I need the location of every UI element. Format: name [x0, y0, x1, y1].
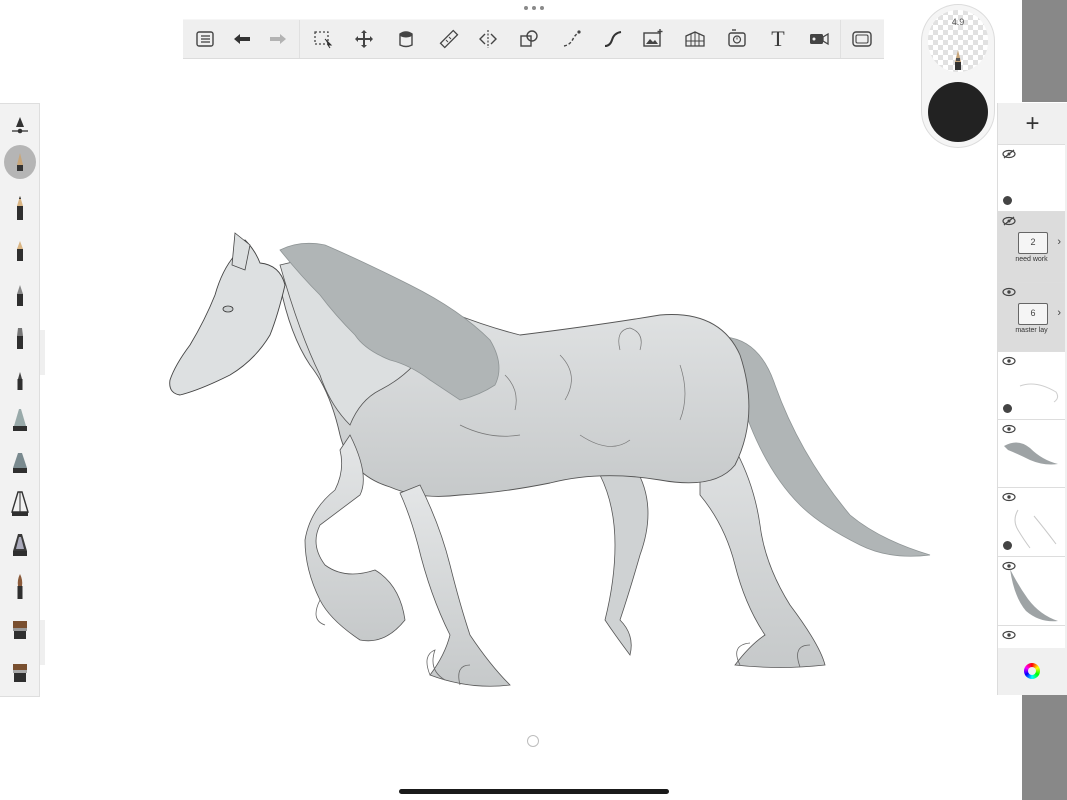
soft-airbrush-icon[interactable]	[4, 445, 36, 479]
current-brush-preview[interactable]	[4, 145, 36, 179]
fine-liner-brush-icon[interactable]	[4, 363, 36, 397]
eye-icon	[1002, 356, 1016, 366]
marker-brush-icon[interactable]	[4, 321, 36, 355]
panel-resize-handle[interactable]	[40, 620, 45, 665]
color-swatch[interactable]	[928, 82, 988, 142]
pencil-brush-icon[interactable]	[4, 234, 36, 268]
toolbar-divider	[840, 20, 841, 58]
wide-flat-brush-icon[interactable]	[4, 656, 36, 690]
eye-icon	[1002, 492, 1016, 502]
canvas-artwork[interactable]	[160, 225, 940, 695]
fullscreen-icon[interactable]	[843, 20, 881, 58]
layer-item[interactable]	[998, 625, 1065, 648]
curve-icon[interactable]	[594, 20, 632, 58]
layer-item[interactable]	[998, 351, 1065, 419]
text-tool[interactable]: T	[759, 20, 797, 58]
brush-adjust-icon[interactable]	[4, 108, 36, 142]
paint-brush-icon[interactable]	[4, 528, 36, 562]
lock-icon	[1003, 541, 1012, 550]
toolbar-handle[interactable]	[524, 6, 544, 12]
color-wheel-icon	[1023, 663, 1040, 679]
lock-icon	[1003, 404, 1012, 413]
wide-airbrush-icon[interactable]	[4, 487, 36, 521]
layer-group-need-work[interactable]: 2 › need work	[998, 211, 1065, 282]
ruler-icon[interactable]	[430, 20, 468, 58]
group-name: master lay	[1015, 327, 1048, 334]
group-count: 6	[1030, 308, 1036, 318]
fill-icon[interactable]	[387, 20, 425, 58]
loading-indicator	[527, 735, 539, 747]
layer-item[interactable]	[998, 144, 1065, 211]
symmetry-icon[interactable]	[469, 20, 507, 58]
layer-item[interactable]	[998, 419, 1065, 487]
round-brush-icon[interactable]	[4, 570, 36, 604]
pencil-brush-icon[interactable]	[4, 191, 36, 225]
layer-thumbnail	[1014, 509, 1057, 549]
redo-icon[interactable]	[259, 20, 297, 58]
layer-thumbnail	[1019, 383, 1059, 403]
color-wheel-button[interactable]	[998, 650, 1065, 692]
brush-panel	[0, 103, 40, 697]
toolbar-divider	[299, 20, 300, 58]
home-indicator[interactable]	[399, 789, 669, 794]
stroke-icon[interactable]	[553, 20, 591, 58]
layer-thumbnail	[1010, 569, 1058, 622]
transform-icon[interactable]	[345, 20, 383, 58]
layer-thumbnail	[1004, 442, 1058, 465]
add-layer-button[interactable]: +	[998, 105, 1067, 143]
perspective-icon[interactable]	[676, 20, 714, 58]
eye-slash-icon	[1002, 216, 1016, 226]
text-tool-label: T	[771, 26, 785, 51]
time-lapse-icon[interactable]	[718, 20, 756, 58]
chevron-right-icon[interactable]: ›	[1057, 236, 1061, 248]
side-strip	[1022, 695, 1067, 800]
horse-hind-leg-far	[599, 459, 649, 656]
group-name: need work	[1015, 256, 1048, 263]
eye-icon	[1002, 424, 1016, 434]
image-import-icon[interactable]	[634, 20, 672, 58]
layer-item[interactable]	[998, 556, 1065, 625]
top-toolbar: T	[183, 19, 884, 59]
group-count: 2	[1030, 237, 1036, 247]
brush-size-readout: 4.9	[951, 17, 965, 27]
panel-resize-handle[interactable]	[40, 330, 45, 375]
eye-slash-icon	[1002, 149, 1016, 159]
shapes-icon[interactable]	[510, 20, 548, 58]
chevron-right-icon[interactable]: ›	[1057, 307, 1061, 319]
layer-group-master-lay[interactable]: 6 › master lay	[998, 282, 1065, 351]
pen-brush-icon[interactable]	[4, 278, 36, 312]
horse-eye	[222, 305, 234, 313]
video-icon[interactable]	[800, 20, 838, 58]
undo-icon[interactable]	[223, 20, 261, 58]
flat-brush-icon[interactable]	[4, 613, 36, 647]
layer-item[interactable]	[998, 487, 1065, 556]
eye-icon	[1002, 630, 1016, 640]
selection-icon[interactable]	[304, 20, 342, 58]
side-strip	[1022, 0, 1067, 102]
horse-head	[169, 239, 286, 396]
horse-fore-leg-far	[399, 484, 511, 687]
list-icon[interactable]	[186, 20, 224, 58]
airbrush-icon[interactable]	[4, 403, 36, 437]
lock-icon	[1003, 196, 1012, 205]
eye-icon	[1002, 287, 1016, 297]
